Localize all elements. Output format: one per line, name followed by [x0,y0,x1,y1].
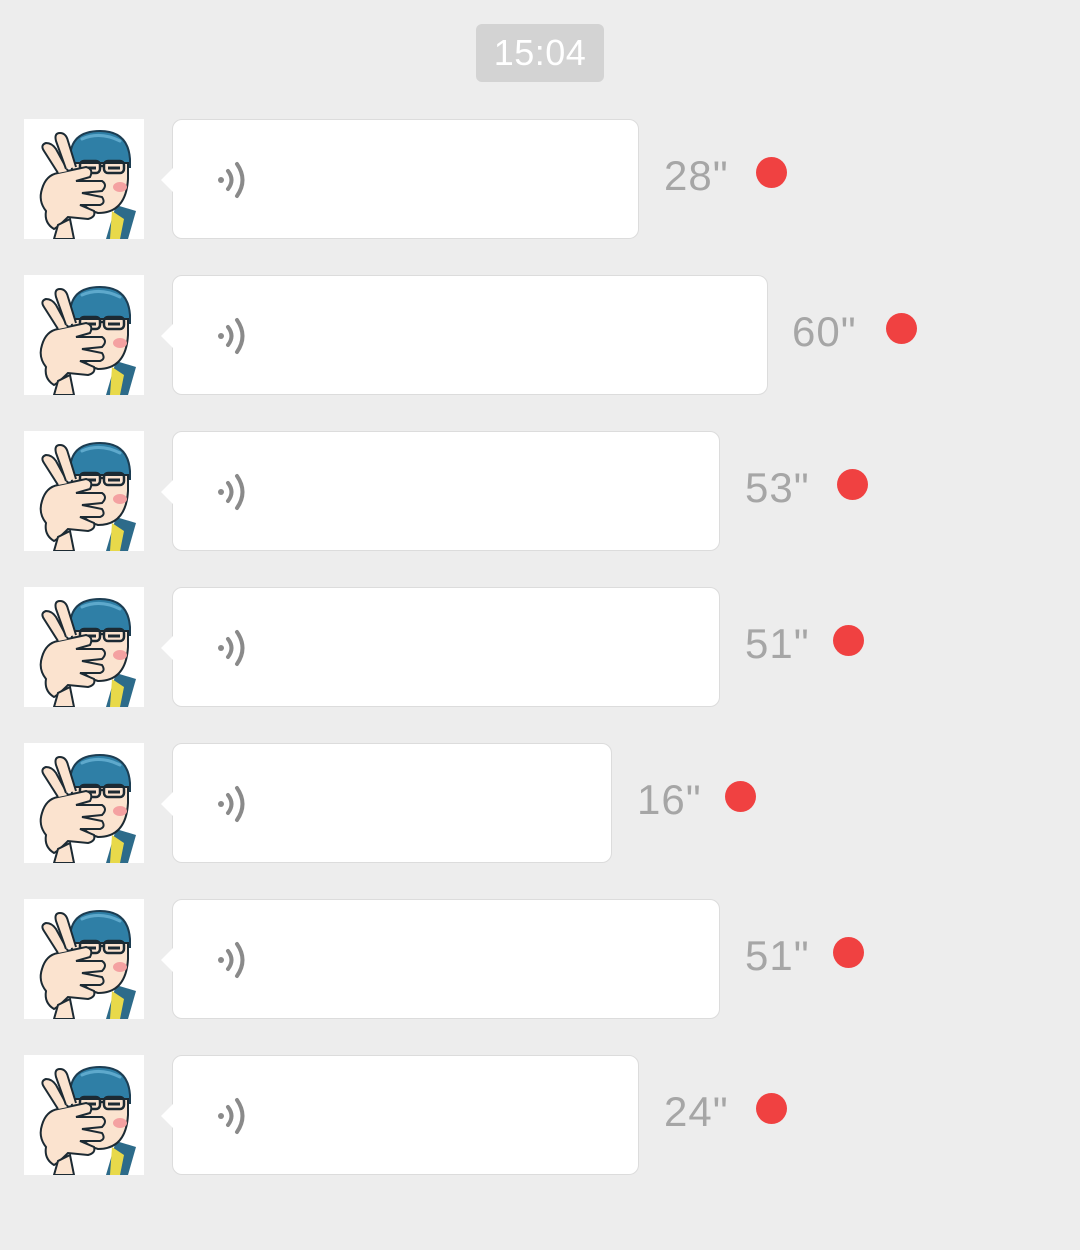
unread-dot [756,157,787,188]
voice-message-row: 51" [0,899,1080,1019]
timestamp-badge: 15:04 [476,24,604,82]
bubble-tail [161,324,173,348]
voice-duration: 28" [664,152,729,199]
avatar[interactable] [24,119,144,239]
voice-message-row: 60" [0,275,1080,395]
voice-wave-icon [218,1098,245,1134]
bubble-tail [161,948,173,972]
avatar[interactable] [24,899,144,1019]
voice-message-bubble[interactable] [161,431,720,551]
voice-message-bubble[interactable] [161,1055,639,1175]
voice-wave-icon [218,474,245,510]
unread-dot [833,625,864,656]
avatar[interactable] [24,275,144,395]
bubble-tail [161,1104,173,1128]
bubble-tail [161,792,173,816]
avatar[interactable] [24,587,144,707]
avatar-icon [24,899,144,1019]
unread-dot [756,1093,787,1124]
voice-message-bubble[interactable] [161,899,720,1019]
voice-duration: 53" [745,464,810,511]
voice-message-bubble[interactable] [161,275,768,395]
voice-duration: 60" [792,308,857,355]
voice-message-bubble[interactable] [161,119,639,239]
bubble-tail [161,480,173,504]
unread-dot [725,781,756,812]
avatar-icon [24,587,144,707]
unread-dot [837,469,868,500]
avatar-icon [24,743,144,863]
avatar[interactable] [24,743,144,863]
voice-wave-icon [218,630,245,666]
voice-wave-icon [218,162,245,198]
bubble-tail [161,636,173,660]
voice-message-row: 51" [0,587,1080,707]
avatar-icon [24,1055,144,1175]
voice-duration: 51" [745,932,810,979]
avatar-icon [24,431,144,551]
voice-wave-icon [218,318,245,354]
voice-message-bubble[interactable] [161,587,720,707]
voice-wave-icon [218,786,245,822]
unread-dot [886,313,917,344]
avatar[interactable] [24,431,144,551]
avatar[interactable] [24,1055,144,1175]
voice-message-bubble[interactable] [161,743,612,863]
avatar-icon [24,119,144,239]
voice-duration: 24" [664,1088,729,1135]
voice-message-row: 16" [0,743,1080,863]
voice-wave-icon [218,942,245,978]
voice-message-row: 53" [0,431,1080,551]
voice-duration: 51" [745,620,810,667]
unread-dot [833,937,864,968]
voice-message-row: 28" [0,119,1080,239]
voice-duration: 16" [637,776,702,823]
voice-message-row: 24" [0,1055,1080,1175]
bubble-tail [161,168,173,192]
avatar-icon [24,275,144,395]
